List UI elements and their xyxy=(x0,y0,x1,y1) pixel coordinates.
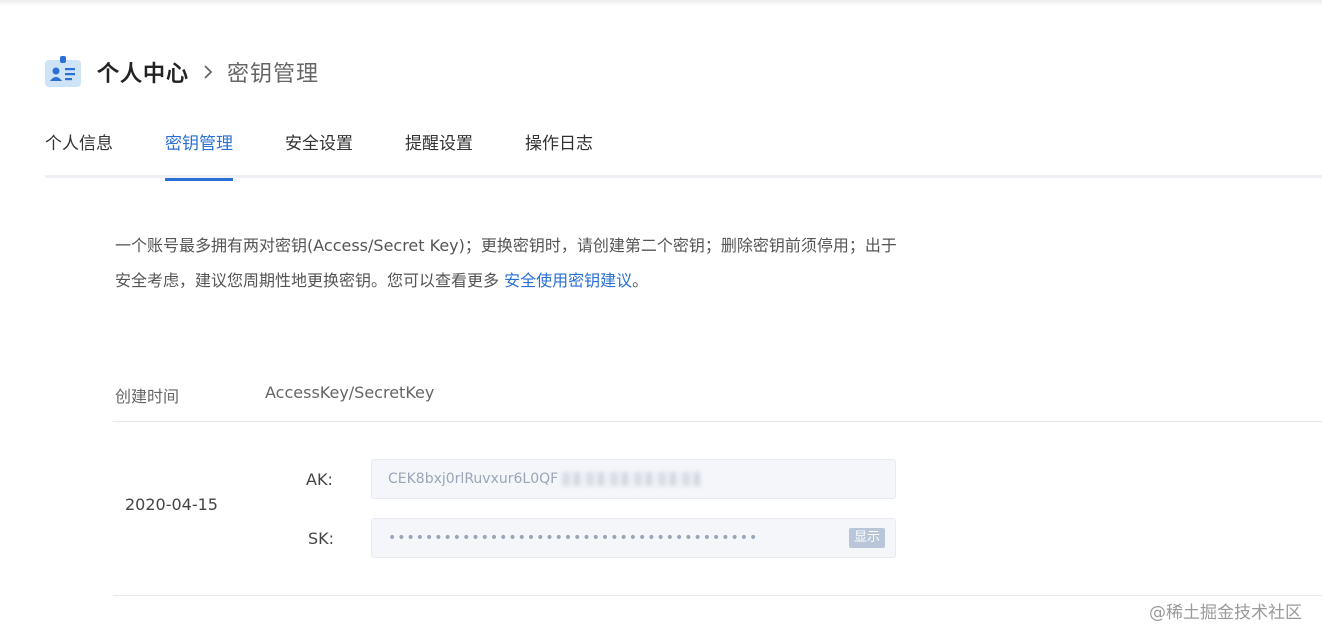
column-header-keys: AccessKey/SecretKey xyxy=(265,383,435,402)
secret-key-field[interactable]: ••••••••••••••••••••••••••••••••••••••••… xyxy=(371,518,896,558)
access-key-field[interactable]: CEK8bxj0rlRuvxur6L0QF xyxy=(371,459,896,499)
key-description: 一个账号最多拥有两对密钥(Access/Secret Key)；更换密钥时，请创… xyxy=(115,228,905,298)
column-header-created: 创建时间 xyxy=(115,387,180,406)
key-management-page: 个人中心 密钥管理 个人信息 密钥管理 安全设置 提醒设置 操作日志 一个账号最… xyxy=(0,0,1322,640)
tab-bar: 个人信息 密钥管理 安全设置 提醒设置 操作日志 xyxy=(45,126,1322,181)
secret-key-masked: •••••••••••••••••••••••••••••••••••••••• xyxy=(388,530,759,546)
watermark: @稀土掘金技术社区 xyxy=(1149,603,1302,623)
page-header: 个人中心 密钥管理 xyxy=(45,54,319,90)
tab-security-settings[interactable]: 安全设置 xyxy=(285,126,353,178)
page-title: 个人中心 xyxy=(97,62,190,87)
table-header-divider xyxy=(113,421,1322,422)
sk-label: SK: xyxy=(308,529,335,548)
ak-label: AK: xyxy=(306,470,333,489)
tab-operation-log[interactable]: 操作日志 xyxy=(525,126,593,178)
description-suffix: 。 xyxy=(632,271,649,290)
tab-personal-info[interactable]: 个人信息 xyxy=(45,126,113,178)
redacted-blur xyxy=(562,472,703,486)
chevron-right-icon xyxy=(201,65,215,79)
access-key-value: CEK8bxj0rlRuvxur6L0QF xyxy=(388,471,559,487)
tab-key-management[interactable]: 密钥管理 xyxy=(165,126,233,181)
table-bottom-divider xyxy=(113,595,1322,596)
key-safety-link[interactable]: 安全使用密钥建议 xyxy=(504,271,632,290)
created-date: 2020-04-15 xyxy=(125,495,218,514)
tab-reminder-settings[interactable]: 提醒设置 xyxy=(405,126,473,178)
id-card-icon xyxy=(45,56,81,88)
show-secret-button[interactable]: 显示 xyxy=(848,528,885,548)
breadcrumb-current: 密钥管理 xyxy=(227,62,320,87)
